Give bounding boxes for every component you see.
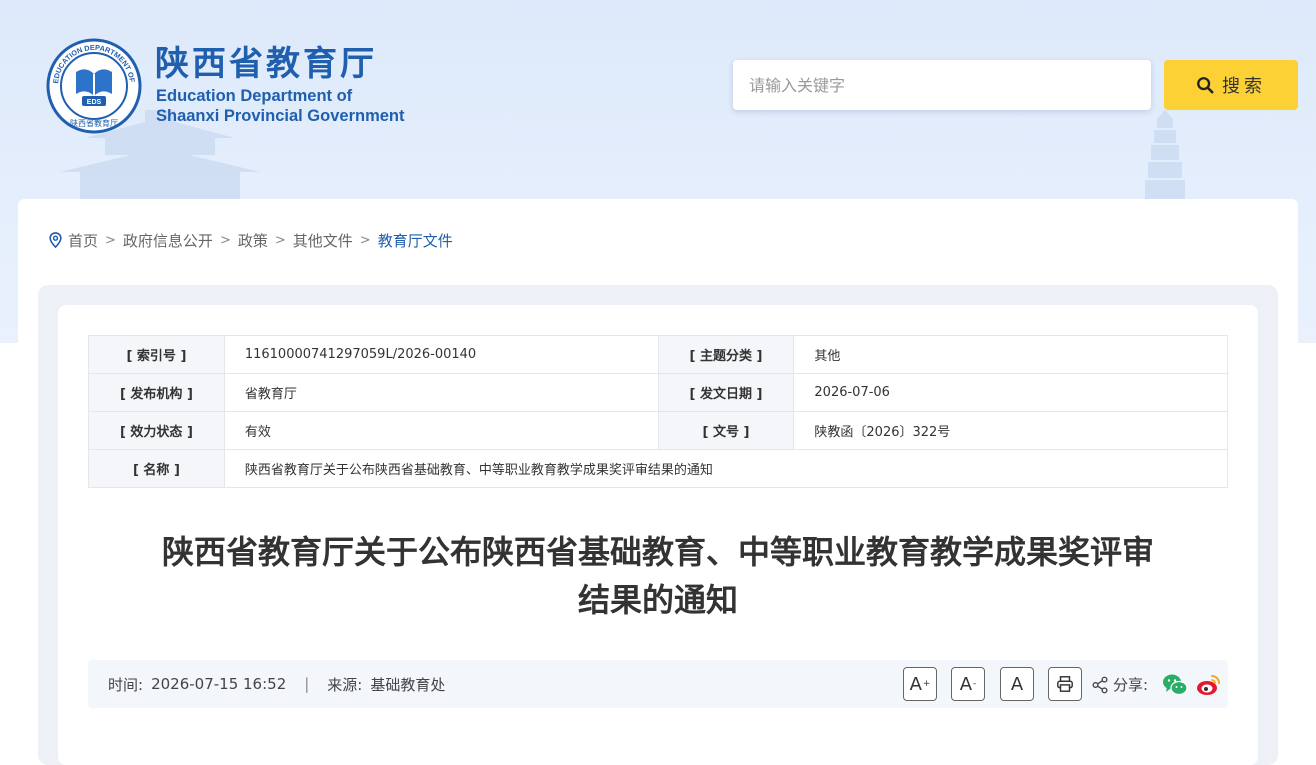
info-divider: |: [304, 675, 310, 693]
font-normal-label: A: [1010, 673, 1024, 695]
search-input[interactable]: [733, 60, 1151, 110]
breadcrumb: 首页 > 政府信息公开 > 政策 > 其他文件 > 教育厅文件: [48, 229, 453, 251]
share-section: 分享:: [1091, 674, 1148, 695]
share-label: 分享:: [1113, 676, 1149, 694]
category-label: [ 主题分类 ]: [657, 335, 795, 374]
share-icon: [1092, 676, 1108, 693]
wechat-share-icon[interactable]: [1162, 672, 1188, 698]
site-title-en: Education Department of Shaanxi Provinci…: [156, 86, 405, 126]
table-row: [ 效力状态 ] 有效 [ 文号 ] 陕教函〔2026〕322号: [88, 411, 1228, 450]
publish-time: 2026-07-15 16:52: [151, 675, 287, 693]
search-icon: [1197, 77, 1214, 94]
breadcrumb-home[interactable]: 首页: [68, 230, 98, 251]
font-smaller-mark: -: [973, 679, 977, 689]
breadcrumb-separator: >: [219, 232, 231, 248]
article-info: 时间: 2026-07-15 16:52 | 来源: 基础教育处: [108, 660, 445, 708]
source-label: 来源:: [327, 675, 363, 694]
table-row: [ 索引号 ] 11610000741297059L/2026-00140 [ …: [88, 335, 1228, 374]
site-title-en-line1: Education Department of: [156, 87, 353, 105]
location-pin-icon: [49, 232, 62, 248]
status-value: 有效: [223, 411, 659, 450]
printer-icon: [1057, 676, 1073, 692]
issue-date-value: 2026-07-06: [793, 373, 1228, 412]
source-value: 基础教育处: [370, 675, 446, 694]
publisher-label: [ 发布机构 ]: [88, 373, 225, 412]
breadcrumb-current[interactable]: 教育厅文件: [378, 230, 453, 251]
table-row: [ 名称 ] 陕西省教育厅关于公布陕西省基础教育、中等职业教育教学成果奖评审结果…: [88, 449, 1229, 488]
font-smaller-label: A: [959, 673, 973, 695]
article-title: 陕西省教育厅关于公布陕西省基础教育、中等职业教育教学成果奖评审 结果的通知: [88, 528, 1228, 624]
article-title-line2: 结果的通知: [577, 581, 738, 619]
breadcrumb-policy[interactable]: 政策: [238, 230, 268, 251]
font-normal-button[interactable]: A: [1000, 667, 1034, 701]
font-larger-button[interactable]: A +: [903, 667, 937, 701]
name-value: 陕西省教育厅关于公布陕西省基础教育、中等职业教育教学成果奖评审结果的通知: [223, 449, 1229, 488]
category-value: 其他: [793, 335, 1228, 374]
weibo-share-icon[interactable]: [1196, 672, 1222, 698]
breadcrumb-other-files[interactable]: 其他文件: [293, 230, 353, 251]
site-title-en-line2: Shaanxi Provincial Government: [156, 107, 405, 125]
logo-center-text: EDS: [87, 99, 102, 106]
tower-background-icon: [1145, 110, 1185, 200]
status-label: [ 效力状态 ]: [88, 411, 225, 450]
table-row: [ 发布机构 ] 省教育厅 [ 发文日期 ] 2026-07-06: [88, 373, 1228, 412]
search-button-label: 搜索: [1222, 76, 1266, 97]
breadcrumb-separator: >: [274, 232, 286, 248]
doc-no-label: [ 文号 ]: [657, 411, 795, 450]
search-button[interactable]: 搜索: [1164, 60, 1298, 110]
breadcrumb-separator: >: [359, 232, 371, 248]
issue-date-label: [ 发文日期 ]: [657, 373, 795, 412]
logo-bottom-text: 陕西省教育厅: [70, 118, 118, 128]
document-meta-table: [ 索引号 ] 11610000741297059L/2026-00140 [ …: [88, 335, 1229, 488]
index-no-label: [ 索引号 ]: [88, 335, 225, 374]
publisher-value: 省教育厅: [223, 373, 659, 412]
font-larger-mark: +: [922, 679, 931, 689]
time-label: 时间:: [108, 675, 144, 694]
print-button[interactable]: [1048, 667, 1082, 701]
index-no-value: 11610000741297059L/2026-00140: [223, 335, 659, 374]
breadcrumb-separator: >: [105, 232, 116, 248]
article-title-line1: 陕西省教育厅关于公布陕西省基础教育、中等职业教育教学成果奖评审: [161, 533, 1154, 571]
name-label: [ 名称 ]: [88, 449, 225, 488]
doc-no-value: 陕教函〔2026〕322号: [793, 411, 1228, 450]
breadcrumb-gov-info[interactable]: 政府信息公开: [123, 230, 213, 251]
department-logo-icon: EDUCATION DEPARTMENT OF SHAANXI EDS 陕西省教…: [46, 38, 142, 134]
font-larger-label: A: [909, 673, 922, 695]
font-smaller-button[interactable]: A-: [951, 667, 985, 701]
site-title-cn: 陕西省教育厅: [155, 44, 377, 84]
